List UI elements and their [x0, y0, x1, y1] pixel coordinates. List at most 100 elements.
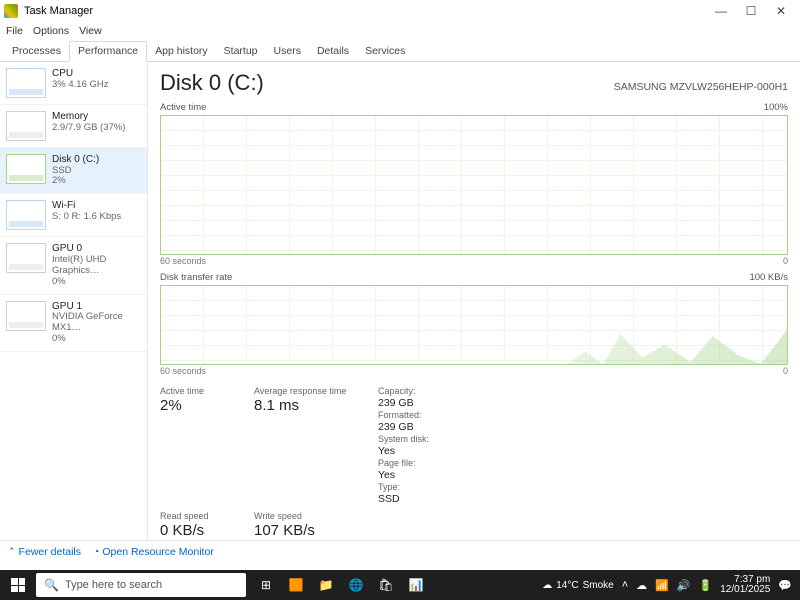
sidebar-thumb-disk [6, 154, 46, 184]
windows-logo-icon [11, 578, 25, 592]
metric-pagefile-val: Yes [378, 469, 468, 481]
system-tray: ☁ 14°C Smoke ˄ ☁ 📶 🔊 🔋 7:37 pm 12/01/202… [542, 575, 800, 596]
sidebar-cpu-sub: 3% 4.16 GHz [52, 80, 109, 91]
metric-read-lbl: Read speed [160, 511, 240, 521]
fewer-details-label: Fewer details [19, 546, 81, 558]
sidebar-cpu-title: CPU [52, 68, 109, 80]
chart1-xright: 0 [783, 256, 788, 266]
resmon-icon: ◔ [93, 546, 99, 558]
chart2-xleft: 60 seconds [160, 366, 206, 376]
chart-transfer-rate: Disk transfer rate 100 KB/s 60 seconds 0 [160, 272, 788, 376]
minimize-button[interactable]: — [706, 4, 736, 18]
metric-type-val: SSD [378, 493, 468, 505]
tab-performance[interactable]: Performance [69, 41, 147, 62]
tray-battery-icon[interactable]: 🔋 [699, 579, 713, 592]
perf-main-panel: Disk 0 (C:) SAMSUNG MZVLW256HEHP-000H1 A… [148, 62, 800, 540]
metric-sysdisk-lbl: System disk: [378, 434, 468, 444]
metric-pagefile-lbl: Page file: [378, 458, 468, 468]
pinned-store[interactable]: 🛍 [372, 570, 400, 600]
fewer-details-link[interactable]: ⌃ Fewer details [8, 546, 81, 558]
open-resmon-link[interactable]: ◔ Open Resource Monitor [93, 546, 214, 558]
tray-wifi-icon[interactable]: 📶 [655, 579, 669, 592]
weather-temp: 14°C [556, 580, 578, 591]
weather-icon: ☁ [542, 580, 552, 591]
perf-sidebar: CPU 3% 4.16 GHz Memory 2.9/7.9 GB (37%) … [0, 62, 148, 540]
disk-model: SAMSUNG MZVLW256HEHP-000H1 [614, 81, 788, 93]
metric-type-lbl: Type: [378, 482, 468, 492]
taskview-button[interactable]: ⊞ [252, 570, 280, 600]
sidebar-disk-sub2: 2% [52, 176, 99, 187]
sidebar-memory-title: Memory [52, 111, 125, 123]
search-icon: 🔍 [44, 578, 59, 592]
metric-active-time-val: 2% [160, 397, 240, 414]
menu-options[interactable]: Options [33, 25, 69, 37]
chart2-label: Disk transfer rate [160, 272, 232, 283]
menu-view[interactable]: View [79, 25, 102, 37]
taskbar-clock[interactable]: 7:37 pm 12/01/2025 [720, 575, 770, 596]
tab-app-history[interactable]: App history [147, 42, 216, 61]
sidebar-gpu1-sub2: 0% [52, 334, 141, 345]
tab-details[interactable]: Details [309, 42, 357, 61]
weather-widget[interactable]: ☁ 14°C Smoke [542, 580, 613, 591]
taskbar-pinned: ⊞ 🟧 📁 🌐 🛍 📊 [252, 570, 430, 600]
pinned-taskmgr[interactable]: 📊 [402, 570, 430, 600]
tray-onedrive-icon[interactable]: ☁ [636, 579, 647, 592]
chart2-xright: 0 [783, 366, 788, 376]
disk-metrics: Active time 2% Average response time 8.1… [160, 386, 788, 545]
metric-sysdisk-val: Yes [378, 445, 468, 457]
chevron-up-icon: ⌃ [8, 546, 16, 557]
sidebar-gpu0-sub1: Intel(R) UHD Graphics… [52, 255, 141, 277]
metric-write-val: 107 KB/s [254, 522, 364, 539]
sidebar-gpu0-sub2: 0% [52, 277, 141, 288]
metric-write-lbl: Write speed [254, 511, 364, 521]
metric-avg-response-val: 8.1 ms [254, 397, 364, 414]
tray-volume-icon[interactable]: 🔊 [677, 579, 691, 592]
sidebar-thumb-memory [6, 111, 46, 141]
weather-cond: Smoke [583, 580, 614, 591]
pinned-explorer[interactable]: 📁 [312, 570, 340, 600]
sidebar-item-cpu[interactable]: CPU 3% 4.16 GHz [0, 62, 147, 105]
chart1-yhigh: 100% [764, 102, 788, 113]
metric-active-time-lbl: Active time [160, 386, 240, 396]
sidebar-item-wifi[interactable]: Wi-Fi S: 0 R: 1.6 Kbps [0, 194, 147, 237]
sidebar-thumb-gpu0 [6, 243, 46, 273]
chart1-xleft: 60 seconds [160, 256, 206, 266]
metric-formatted-lbl: Formatted: [378, 410, 468, 420]
app-icon [4, 4, 18, 18]
menu-file[interactable]: File [6, 25, 23, 37]
tab-services[interactable]: Services [357, 42, 413, 61]
taskbar: 🔍 Type here to search ⊞ 🟧 📁 🌐 🛍 📊 ☁ 14°C… [0, 570, 800, 600]
taskbar-search[interactable]: 🔍 Type here to search [36, 573, 246, 597]
sidebar-thumb-gpu1 [6, 301, 46, 331]
sidebar-item-disk[interactable]: Disk 0 (C:) SSD 2% [0, 148, 147, 194]
tab-strip: Processes Performance App history Startu… [0, 40, 800, 62]
sidebar-thumb-wifi [6, 200, 46, 230]
sidebar-gpu1-sub1: NVIDIA GeForce MX1… [52, 312, 141, 334]
metric-capacity-val: 239 GB [378, 397, 468, 409]
tray-chevron-icon[interactable]: ˄ [622, 579, 628, 591]
tab-processes[interactable]: Processes [4, 42, 69, 61]
window-title: Task Manager [24, 5, 93, 17]
menu-bar: File Options View [0, 22, 800, 40]
start-button[interactable] [0, 578, 36, 592]
taskbar-date: 12/01/2025 [720, 585, 770, 596]
sidebar-item-gpu1[interactable]: GPU 1 NVIDIA GeForce MX1… 0% [0, 295, 147, 352]
open-resmon-label: Open Resource Monitor [102, 546, 213, 558]
tab-startup[interactable]: Startup [216, 42, 266, 61]
metric-formatted-val: 239 GB [378, 421, 468, 433]
metric-read-val: 0 KB/s [160, 522, 240, 539]
sidebar-thumb-cpu [6, 68, 46, 98]
maximize-button[interactable]: ☐ [736, 4, 766, 18]
perf-title: Disk 0 (C:) [160, 70, 264, 96]
chart2-yhigh: 100 KB/s [749, 272, 788, 283]
chart-active-time: Active time 100% 60 seconds 0 [160, 102, 788, 266]
taskbar-search-placeholder: Type here to search [65, 579, 162, 591]
sidebar-item-memory[interactable]: Memory 2.9/7.9 GB (37%) [0, 105, 147, 148]
chart1-label: Active time [160, 102, 206, 113]
pinned-app-1[interactable]: 🟧 [282, 570, 310, 600]
close-button[interactable]: ✕ [766, 4, 796, 18]
tab-users[interactable]: Users [266, 42, 309, 61]
sidebar-item-gpu0[interactable]: GPU 0 Intel(R) UHD Graphics… 0% [0, 237, 147, 294]
action-center-icon[interactable]: 💬 [778, 579, 792, 592]
pinned-edge[interactable]: 🌐 [342, 570, 370, 600]
